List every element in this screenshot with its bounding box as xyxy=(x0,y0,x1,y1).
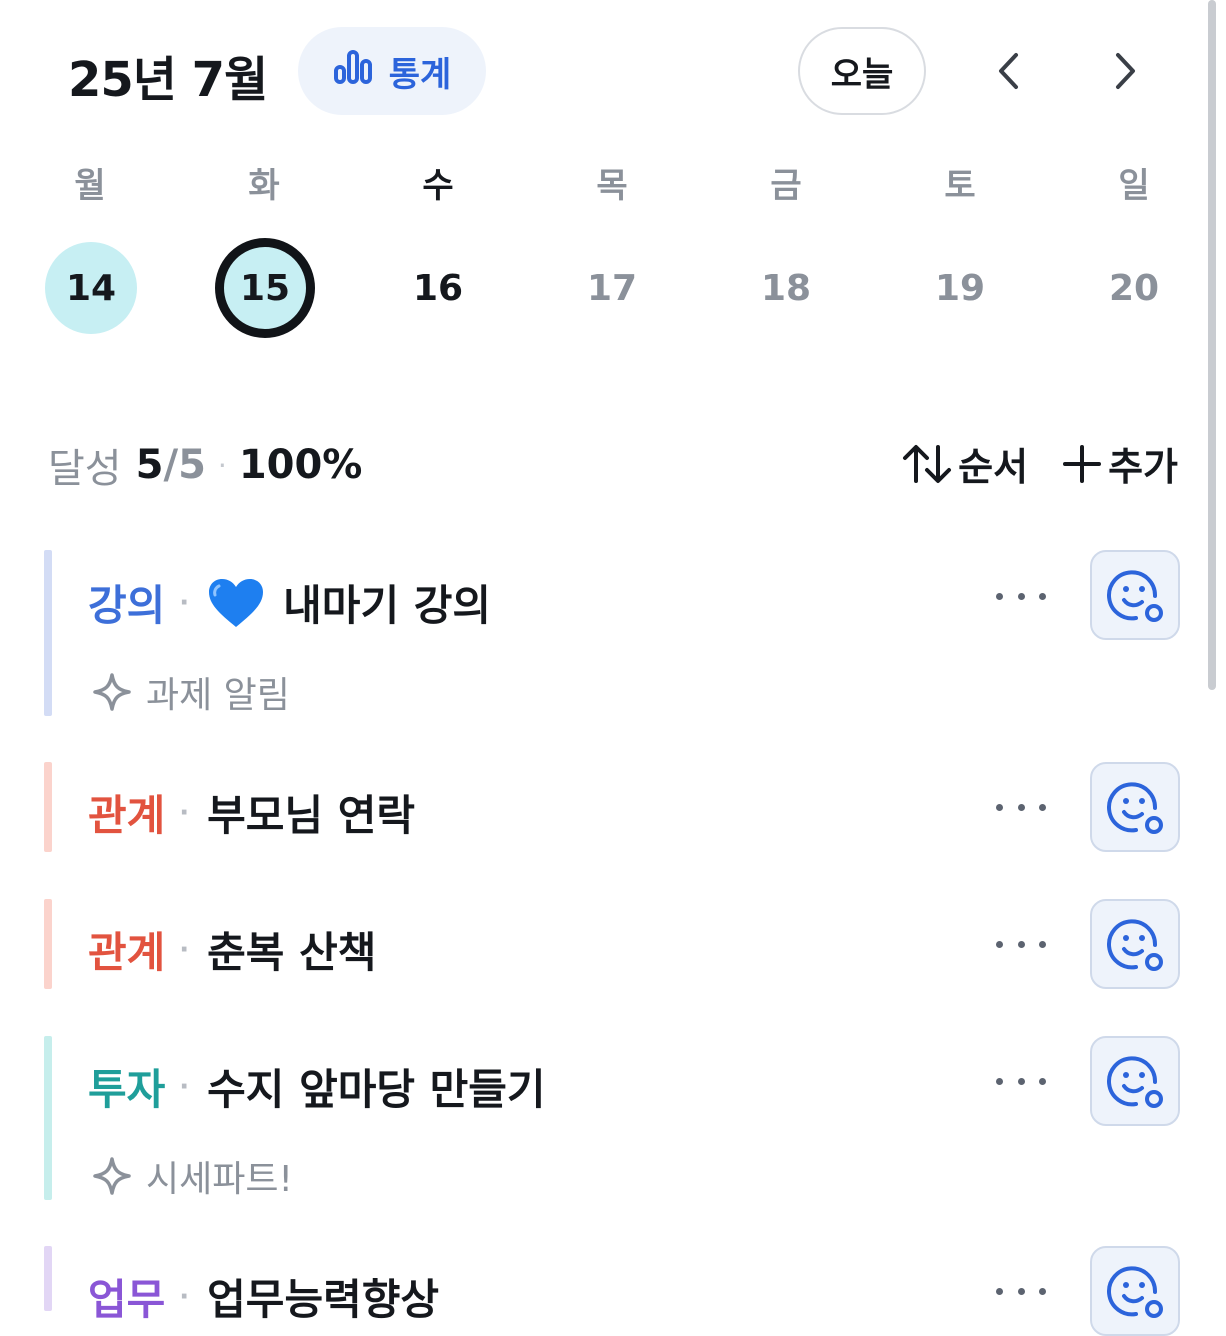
month-title[interactable]: 25년 7월 xyxy=(68,40,268,110)
add-label: 추가 xyxy=(1108,445,1178,489)
emotion-record-button[interactable] xyxy=(1090,899,1180,989)
weekday-label: 금 xyxy=(770,166,802,206)
add-task-button[interactable]: 추가 xyxy=(1062,436,1178,491)
date-cell-today[interactable]: 16 xyxy=(392,242,484,334)
task-title: 부모님 연락 xyxy=(207,791,415,840)
task-title: 수지 앞마당 만들기 xyxy=(207,1065,546,1114)
more-options-button[interactable] xyxy=(996,586,1046,606)
emotion-record-button[interactable] xyxy=(1090,550,1180,640)
task-note-text: 과제 알림 xyxy=(146,675,290,716)
title-separator: · xyxy=(179,934,190,965)
smiley-face-icon xyxy=(1107,1056,1163,1108)
category-bar xyxy=(44,1246,52,1311)
weekday-label: 수 xyxy=(422,166,454,206)
achievement-summary: 달성 5 / 5 · 100% xyxy=(48,436,362,494)
smiley-face-icon xyxy=(1107,919,1163,971)
sort-arrows-icon xyxy=(903,444,952,483)
task-title-row: 투자 · 수지 앞마당 만들기 xyxy=(88,1056,546,1117)
sparkle-icon xyxy=(93,1157,131,1195)
date-row: 14 15 16 17 18 19 20 xyxy=(0,238,1226,338)
count-slash: / xyxy=(163,442,179,488)
list-actions: 순서 추가 xyxy=(902,436,1178,491)
chevron-left-icon xyxy=(999,53,1018,89)
total-count: 5 xyxy=(178,442,206,488)
calendar-header: 25년 7월 통계 오늘 xyxy=(0,0,1226,140)
weekday-label: 화 xyxy=(248,166,280,206)
date-cell[interactable]: 17 xyxy=(566,242,658,334)
done-count: 5 xyxy=(135,442,164,488)
task-category: 관계 xyxy=(88,791,166,840)
task-title: 내마기 강의 xyxy=(283,581,491,630)
date-cell-completed[interactable]: 14 xyxy=(45,242,137,334)
today-button[interactable]: 오늘 xyxy=(798,27,926,115)
task-title-row: 관계 · 부모님 연락 xyxy=(88,782,415,843)
more-options-button[interactable] xyxy=(996,797,1046,817)
task-category: 강의 xyxy=(88,581,166,630)
plus-icon xyxy=(1063,444,1102,483)
task-note: 시세파트! xyxy=(92,1150,293,1202)
emotion-record-button[interactable] xyxy=(1090,1036,1180,1126)
smiley-face-icon xyxy=(1107,1266,1163,1318)
category-bar xyxy=(44,899,52,989)
task-note: 과제 알림 xyxy=(92,666,290,718)
task-item[interactable]: 업무 · 업무능력향상 xyxy=(44,1246,1184,1336)
more-options-button[interactable] xyxy=(996,1281,1046,1301)
more-options-button[interactable] xyxy=(996,1071,1046,1091)
task-item[interactable]: 관계 · 부모님 연락 xyxy=(44,762,1184,852)
task-title-row: 강의 · 내마기 강의 xyxy=(88,572,491,633)
stats-label: 통계 xyxy=(388,54,452,95)
title-separator: · xyxy=(179,1281,190,1312)
date-cell[interactable]: 20 xyxy=(1088,242,1180,334)
summary-separator: · xyxy=(217,448,227,482)
stats-button[interactable]: 통계 xyxy=(298,27,486,115)
date-cell-selected[interactable]: 15 xyxy=(215,238,315,338)
task-note-text: 시세파트! xyxy=(146,1159,293,1200)
next-week-button[interactable] xyxy=(1101,46,1151,96)
achievement-label: 달성 xyxy=(48,446,122,492)
prev-week-button[interactable] xyxy=(983,46,1033,96)
weekday-label: 목 xyxy=(596,166,628,206)
task-title: 업무능력향상 xyxy=(207,1275,440,1324)
date-cell[interactable]: 19 xyxy=(914,242,1006,334)
achievement-percent: 100% xyxy=(238,442,363,488)
task-category: 투자 xyxy=(88,1065,166,1114)
task-item[interactable]: 관계 · 춘복 산책 xyxy=(44,899,1184,989)
chevron-right-icon xyxy=(1116,53,1135,89)
task-category: 관계 xyxy=(88,928,166,977)
title-separator: · xyxy=(179,1071,190,1102)
task-title: 춘복 산책 xyxy=(207,928,377,977)
task-item[interactable]: 투자 · 수지 앞마당 만들기 시세파트! xyxy=(44,1036,1184,1200)
task-category: 업무 xyxy=(88,1275,166,1324)
emotion-record-button[interactable] xyxy=(1090,762,1180,852)
title-separator: · xyxy=(179,587,190,618)
blue-heart-icon xyxy=(207,577,265,629)
smiley-face-icon xyxy=(1107,570,1163,622)
category-bar xyxy=(44,550,52,716)
title-separator: · xyxy=(179,797,190,828)
smiley-face-icon xyxy=(1107,782,1163,834)
reorder-button[interactable]: 순서 xyxy=(902,436,1028,491)
more-options-button[interactable] xyxy=(996,934,1046,954)
sparkle-icon xyxy=(93,673,131,711)
emotion-record-button[interactable] xyxy=(1090,1246,1180,1336)
task-item[interactable]: 강의 · 내마기 강의 과제 알림 xyxy=(44,550,1184,716)
bar-chart-icon xyxy=(333,49,373,94)
task-title-row: 업무 · 업무능력향상 xyxy=(88,1266,439,1327)
category-bar xyxy=(44,762,52,852)
weekday-label: 토 xyxy=(944,166,976,206)
weekday-row: 월 화 수 목 금 토 일 xyxy=(0,158,1226,218)
weekday-label: 월 xyxy=(74,166,106,206)
weekday-label: 일 xyxy=(1118,166,1150,206)
scrollbar[interactable] xyxy=(1208,0,1216,690)
task-title-row: 관계 · 춘복 산책 xyxy=(88,919,376,980)
category-bar xyxy=(44,1036,52,1200)
reorder-label: 순서 xyxy=(958,445,1029,489)
date-cell[interactable]: 18 xyxy=(740,242,832,334)
